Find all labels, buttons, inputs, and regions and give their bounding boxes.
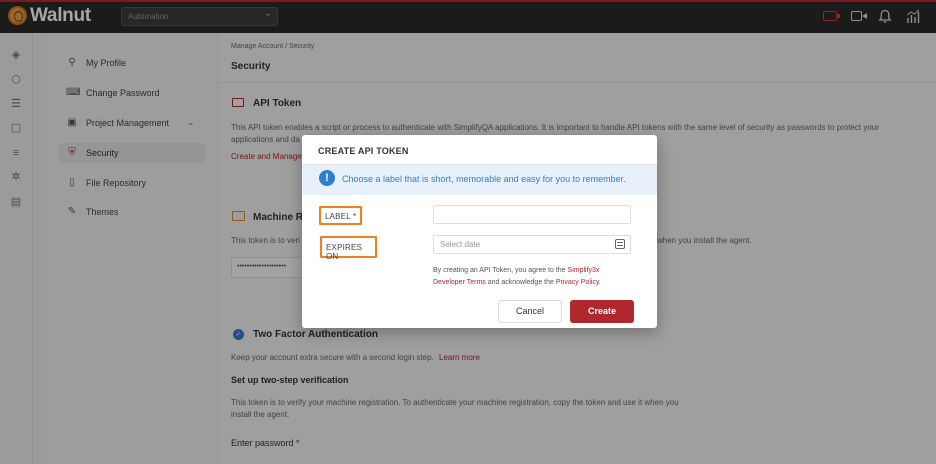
expires-date-input[interactable]: Select date [433, 235, 631, 254]
calendar-icon[interactable] [615, 239, 625, 249]
label-field-label: LABEL * [319, 206, 362, 225]
expires-field-label: EXPIRES ON [320, 236, 377, 261]
info-icon: ! [319, 170, 335, 186]
terms-middle: and acknowledge the [487, 279, 554, 286]
label-input[interactable] [433, 205, 631, 224]
modal-title: CREATE API TOKEN [318, 146, 409, 156]
terms-text: By creating an API Token, you agree to t… [433, 265, 633, 289]
privacy-policy-link[interactable]: Privacy Policy. [556, 279, 601, 286]
create-button[interactable]: Create [570, 300, 634, 323]
cancel-button[interactable]: Cancel [498, 300, 562, 323]
create-api-token-modal: CREATE API TOKEN ! Choose a label that i… [302, 135, 657, 328]
terms-prefix: By creating an API Token, you agree to t… [433, 267, 566, 274]
info-text: Choose a label that is short, memorable … [342, 174, 626, 184]
